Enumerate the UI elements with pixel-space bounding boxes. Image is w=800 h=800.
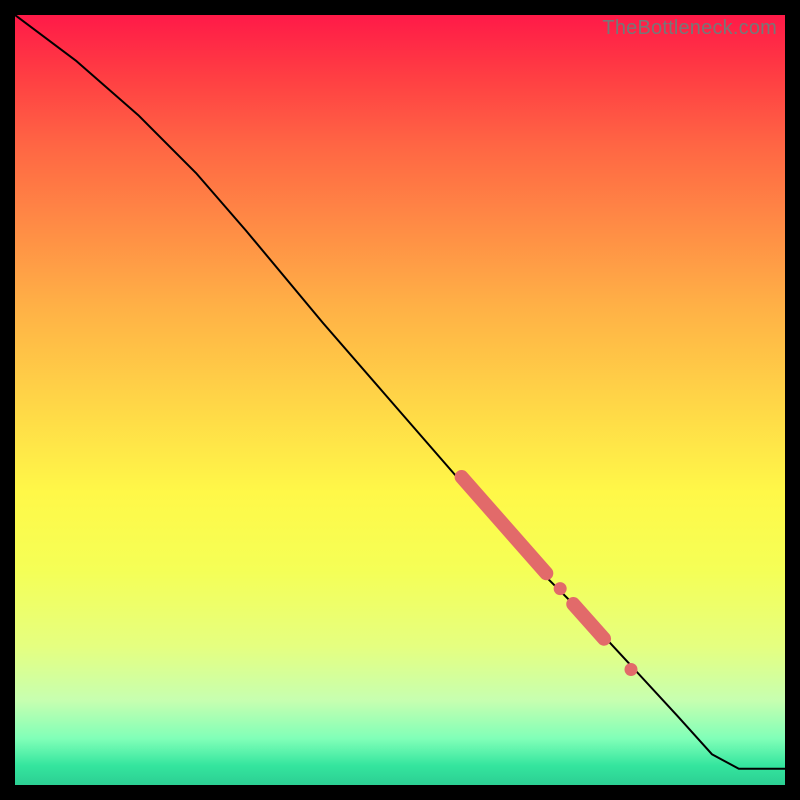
highlight-group xyxy=(462,477,638,676)
highlight-dot-0 xyxy=(554,582,567,595)
chart-svg xyxy=(15,15,785,785)
chart-stage: TheBottleneck.com xyxy=(0,0,800,800)
highlight-segment-0 xyxy=(462,477,547,573)
highlight-segment-1 xyxy=(573,604,604,639)
plot-area: TheBottleneck.com xyxy=(15,15,785,785)
highlight-dot-1 xyxy=(625,663,638,676)
curve-path xyxy=(15,15,785,769)
